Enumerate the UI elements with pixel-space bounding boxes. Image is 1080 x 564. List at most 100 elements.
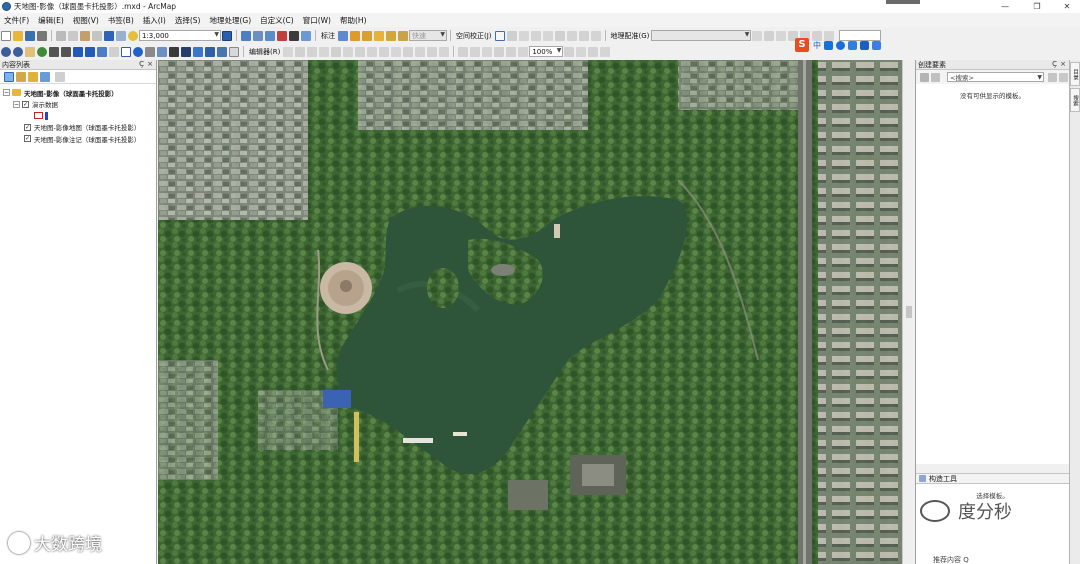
layer-visibility-checkbox[interactable]: ✓ <box>24 123 31 131</box>
tree-row-root[interactable]: − 天地图-影像（球面墨卡托投影） <box>0 87 156 99</box>
editor-menu[interactable]: 编辑器(R) <box>249 47 280 57</box>
menu-bookmarks[interactable]: 书签(B) <box>108 15 134 26</box>
new-document-icon[interactable] <box>1 30 11 41</box>
menu-selection[interactable]: 选择(S) <box>175 15 201 26</box>
edit-tool-icon[interactable] <box>283 46 294 57</box>
data-frame-label[interactable]: 天地图-影像（球面墨卡托投影） <box>24 88 118 98</box>
clear-selection-icon[interactable] <box>109 46 119 57</box>
menu-customize[interactable]: 自定义(C) <box>260 15 294 26</box>
create-viewer-window-icon[interactable] <box>229 46 239 57</box>
quick-combo[interactable]: 快速 ▼ <box>409 30 447 41</box>
collapse-icon[interactable]: − <box>3 89 10 97</box>
catalog-icon[interactable] <box>253 30 263 41</box>
filter-templates-icon[interactable] <box>931 72 940 82</box>
options-icon[interactable] <box>55 71 65 82</box>
lock-labels-icon[interactable] <box>374 30 384 41</box>
label-manager-icon[interactable] <box>338 30 348 41</box>
sketch-properties-icon[interactable] <box>427 46 438 57</box>
fixed-layout-zoom-icon[interactable] <box>518 46 529 57</box>
template-search-input[interactable]: <搜索> ▼ <box>947 72 1044 82</box>
map-scale-combo[interactable]: 1:3,000 ▼ <box>139 30 221 41</box>
modelbuilder-icon[interactable] <box>301 30 311 41</box>
python-window-icon[interactable] <box>289 30 299 41</box>
clear-limited-area-icon[interactable] <box>566 30 577 41</box>
georef-layer-combo[interactable]: ▼ <box>651 30 752 41</box>
ime-logo-icon[interactable]: S <box>795 38 809 52</box>
ime-language-toggle[interactable]: 中 <box>813 40 821 51</box>
paste-icon[interactable] <box>80 30 90 41</box>
layer-visibility-checkbox[interactable]: ✓ <box>22 100 29 108</box>
point-icon[interactable] <box>343 46 354 57</box>
tree-row-imagery[interactable]: ✓ 天地图-影像地图（球面墨卡托投影） <box>0 122 156 134</box>
scrollbar-thumb[interactable] <box>906 306 912 318</box>
change-layout-icon[interactable] <box>588 46 599 57</box>
pause-labeling-icon[interactable] <box>386 30 396 41</box>
zoom-out-icon[interactable] <box>13 46 23 57</box>
menu-windows[interactable]: 窗口(W) <box>303 15 331 26</box>
list-by-source-icon[interactable] <box>16 71 26 82</box>
toggle-draft-mode-icon[interactable] <box>564 46 575 57</box>
label-priority-icon[interactable] <box>350 30 360 41</box>
polygon-symbol-icon[interactable] <box>34 112 43 120</box>
pin-icon[interactable]: Ҫ <box>139 60 144 68</box>
attributes-icon[interactable] <box>415 46 426 57</box>
fixed-zoom-in-icon[interactable] <box>49 46 59 57</box>
shift-icon[interactable] <box>776 30 787 41</box>
new-limited-area-icon[interactable] <box>554 30 565 41</box>
layout-pan-icon[interactable] <box>482 46 493 57</box>
add-data-icon[interactable] <box>128 30 138 41</box>
ime-skin-icon[interactable] <box>860 40 869 50</box>
zoom-100-icon[interactable] <box>506 46 517 57</box>
ime-microphone-icon[interactable] <box>836 40 845 50</box>
menu-view[interactable]: 视图(V) <box>73 15 99 26</box>
table-of-contents-icon[interactable] <box>241 30 251 41</box>
label-weight-icon[interactable] <box>362 30 372 41</box>
end-point-arc-icon[interactable] <box>319 46 330 57</box>
find-icon[interactable] <box>181 46 191 57</box>
ime-toolbox-icon[interactable] <box>872 40 881 50</box>
reshape-icon[interactable] <box>367 46 378 57</box>
go-forward-icon[interactable] <box>85 46 95 57</box>
go-back-icon[interactable] <box>73 46 83 57</box>
focus-data-frame-icon[interactable] <box>576 46 587 57</box>
modify-link-icon[interactable] <box>518 30 529 41</box>
menu-edit[interactable]: 编辑(E) <box>38 15 64 26</box>
pan-icon[interactable] <box>25 46 35 57</box>
time-slider-icon[interactable] <box>217 46 227 57</box>
group-layer-label[interactable]: 演示数据 <box>32 99 58 109</box>
restore-button[interactable]: ❐ <box>1022 0 1052 13</box>
multi-displacement-icon[interactable] <box>530 30 541 41</box>
new-displacement-link-icon[interactable] <box>506 30 517 41</box>
layer-visibility-checkbox[interactable]: ✓ <box>24 135 31 143</box>
html-popup-icon[interactable] <box>157 46 167 57</box>
cut-icon[interactable] <box>56 30 66 41</box>
georeferencing-menu[interactable]: 地理配准(G) <box>611 31 650 41</box>
full-extent-icon[interactable] <box>37 46 47 57</box>
arctoolbox-icon[interactable] <box>277 30 287 41</box>
close-button[interactable]: ✕ <box>1052 0 1080 13</box>
open-folder-icon[interactable] <box>13 30 23 41</box>
label-menu[interactable]: 标注 <box>321 31 335 41</box>
select-by-graphics-icon[interactable] <box>97 46 107 57</box>
map-scrollbar[interactable] <box>902 60 915 564</box>
straight-segment-icon[interactable] <box>307 46 318 57</box>
layout-zoom-in-icon[interactable] <box>458 46 469 57</box>
edit-vertices-icon[interactable] <box>355 46 366 57</box>
undo-icon[interactable] <box>104 30 114 41</box>
zoom-in-icon[interactable] <box>1 46 11 57</box>
redo-icon[interactable] <box>116 30 126 41</box>
menu-geoprocessing[interactable]: 地理处理(G) <box>209 15 251 26</box>
select-elements-icon[interactable] <box>121 46 131 57</box>
view-unplaced-labels-icon[interactable] <box>398 30 408 41</box>
menu-insert[interactable]: 插入(I) <box>143 15 166 26</box>
layout-zoom-out-icon[interactable] <box>470 46 481 57</box>
ime-punctuation-icon[interactable] <box>824 40 833 50</box>
edge-match-icon[interactable] <box>578 30 589 41</box>
print-icon[interactable] <box>37 30 47 41</box>
hyperlink-icon[interactable] <box>145 46 155 57</box>
create-features-icon[interactable] <box>439 46 450 57</box>
identify-icon[interactable] <box>133 46 143 57</box>
layout-zoom-combo[interactable]: 100% ▼ <box>529 46 564 57</box>
list-by-visibility-icon[interactable] <box>28 71 38 82</box>
measure-icon[interactable] <box>169 46 179 57</box>
